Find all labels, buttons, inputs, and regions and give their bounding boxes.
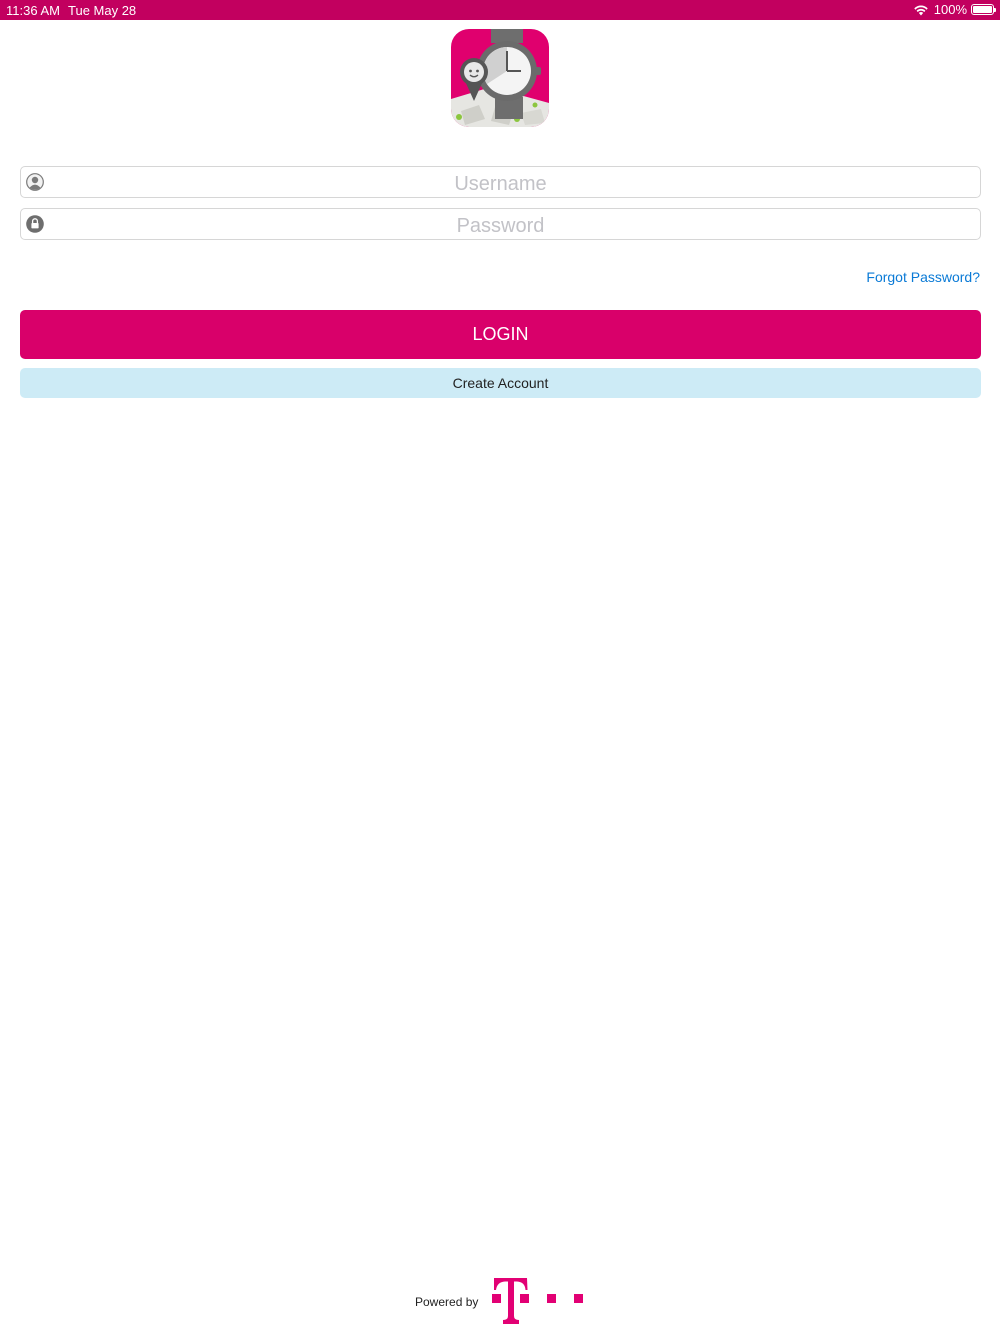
- telekom-t-logo: [492, 1278, 583, 1324]
- status-date: Tue May 28: [68, 3, 137, 18]
- battery-icon: [971, 4, 996, 15]
- powered-by-label: Powered by: [415, 1295, 479, 1309]
- username-input[interactable]: [51, 167, 950, 197]
- lock-icon: [26, 215, 44, 233]
- forgot-password-link[interactable]: Forgot Password?: [866, 269, 980, 285]
- username-field[interactable]: [20, 166, 981, 198]
- app-logo: [451, 29, 549, 127]
- user-icon: [26, 173, 44, 191]
- kids-watch-app-icon: [451, 29, 549, 127]
- wifi-icon: [914, 5, 928, 15]
- login-screen: 11:36 AM Tue May 28 100% Username Forgot…: [0, 0, 1000, 1334]
- login-button[interactable]: LOGIN: [20, 310, 981, 359]
- password-input[interactable]: [51, 209, 950, 239]
- create-account-button[interactable]: Create Account: [20, 368, 981, 398]
- battery-percentage: 100%: [933, 2, 967, 17]
- footer: Powered by: [0, 1276, 1000, 1324]
- password-field[interactable]: [20, 208, 981, 240]
- status-indicators: 100%: [913, 2, 996, 17]
- status-time: 11:36 AM: [6, 3, 60, 18]
- status-bar: 11:36 AM Tue May 28 100%: [0, 0, 1000, 20]
